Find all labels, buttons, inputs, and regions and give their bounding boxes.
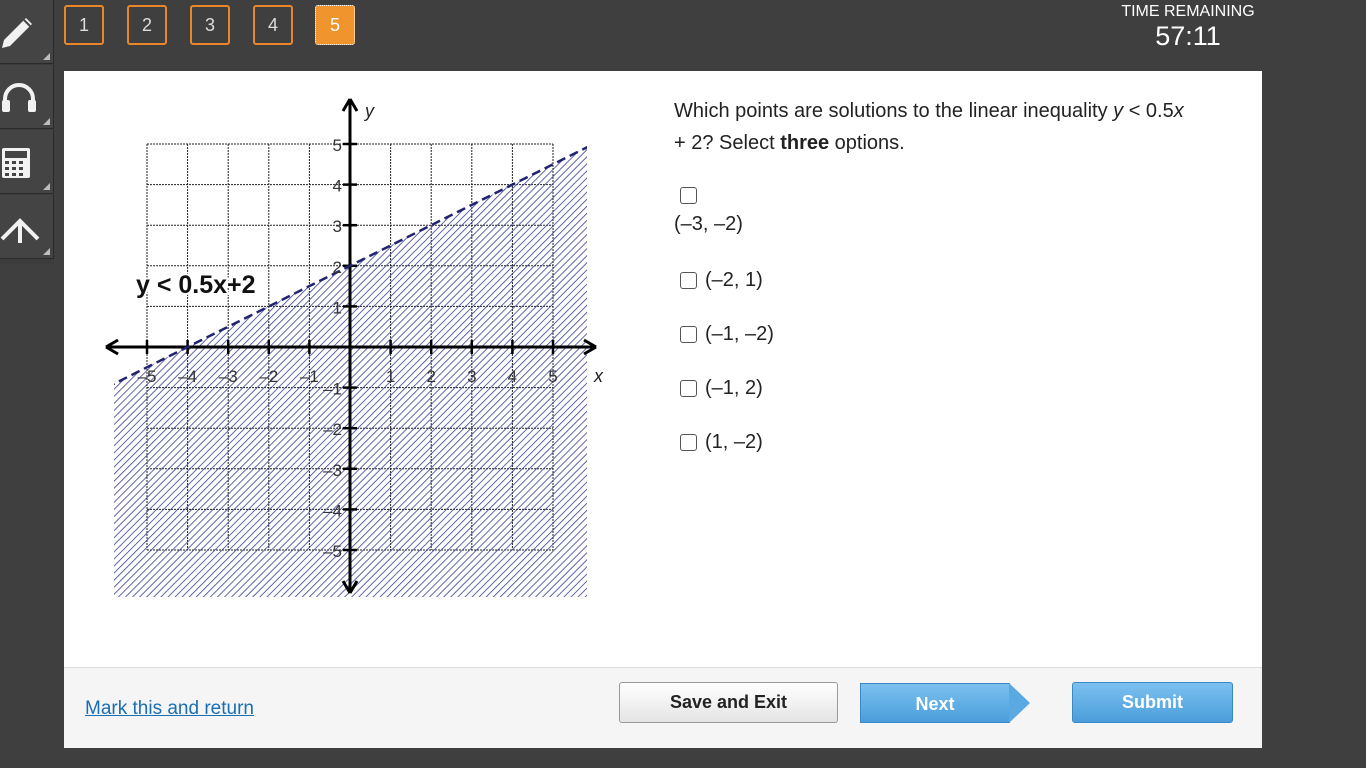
x-tick-label: 2 [426,367,435,386]
time-remaining-label: TIME REMAINING [1121,3,1255,20]
pencil-tool-button[interactable] [0,0,54,64]
y-tick-label: –3 [323,461,342,480]
option-3[interactable]: (–1, –2) [680,323,774,346]
option-5-label: (1, –2) [705,431,763,454]
x-tick-label: 4 [508,367,517,386]
question-nav-1[interactable]: 1 [64,5,104,45]
option-2[interactable]: (–2, 1) [680,269,763,292]
question-nav-3[interactable]: 3 [190,5,230,45]
inequality-graph: –5 –4 –3 –2 –1 1 2 3 4 5 5 4 3 2 1 –1 –2 –3 –4 –5 x y y < 0… [105,98,604,597]
question-text: Which points are solutions to the linear… [674,100,1184,154]
mark-and-return-link[interactable]: Mark this and return [85,698,254,720]
option-1-label: (–3, –2) [674,213,743,235]
y-tick-label: 1 [333,298,342,317]
option-4-label: (–1, 2) [705,377,763,400]
y-axis-label: y [363,101,375,121]
headphones-icon [2,83,36,112]
calculator-icon [2,148,30,178]
x-tick-label: –3 [219,367,238,386]
y-tick-label: –5 [323,542,342,561]
calculator-tool-button[interactable] [0,130,54,194]
y-tick-label: –4 [323,501,342,520]
submit-button[interactable]: Submit [1072,682,1233,723]
tool-strip [0,0,54,264]
option-4-checkbox[interactable] [680,380,697,398]
time-remaining-value: 57:11 [1155,21,1221,51]
inequality-label: y < 0.5x+2 [136,271,256,299]
save-and-exit-button[interactable]: Save and Exit [619,682,838,723]
question-nav-5[interactable]: 5 [315,5,355,45]
next-button[interactable]: Next [860,683,1030,723]
y-tick-label: 5 [333,136,342,155]
option-3-label: (–1, –2) [705,323,774,346]
y-tick-label: 4 [333,177,342,196]
x-tick-label: 5 [548,367,557,386]
reference-icon [0,218,40,243]
option-5-checkbox[interactable] [680,434,697,452]
option-2-checkbox[interactable] [680,272,697,290]
footer-bar: Mark this and return Save and Exit Next … [64,667,1262,748]
x-axis-label: x [593,366,604,386]
option-5[interactable]: (1, –2) [680,431,763,454]
audio-tool-button[interactable] [0,65,54,129]
option-1[interactable]: (–3, –2) [674,184,774,241]
question-nav-2[interactable]: 2 [127,5,167,45]
reference-tool-button[interactable] [0,195,54,259]
option-2-label: (–2, 1) [705,269,763,292]
x-tick-label: –5 [138,367,157,386]
x-tick-label: –4 [178,367,197,386]
x-tick-label: –2 [259,367,278,386]
pencil-icon [2,18,32,48]
y-tick-label: –1 [323,380,342,399]
y-tick-label: 2 [333,258,342,277]
x-tick-label: 3 [467,367,476,386]
question-panel: –5 –4 –3 –2 –1 1 2 3 4 5 5 4 3 2 1 –1 –2 –3 –4 –5 x y y < 0… [64,71,1262,748]
option-4[interactable]: (–1, 2) [680,377,763,400]
x-tick-label: 1 [386,367,395,386]
y-tick-label: –2 [323,420,342,439]
next-arrow-icon[interactable] [1009,683,1030,723]
x-tick-label: –1 [300,367,319,386]
next-button-label[interactable]: Next [860,683,1010,723]
option-1-checkbox[interactable] [680,187,697,205]
question-nav-4[interactable]: 4 [253,5,293,45]
option-3-checkbox[interactable] [680,326,697,344]
y-tick-label: 3 [333,217,342,236]
